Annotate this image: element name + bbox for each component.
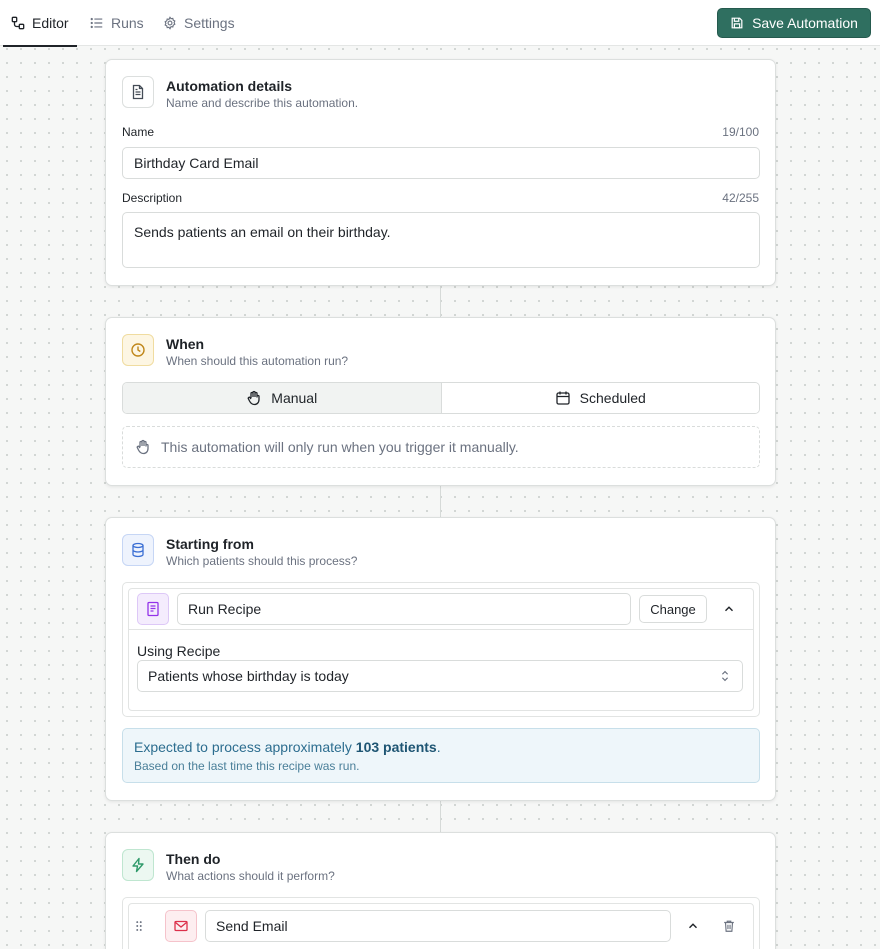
floppy-disk-icon [730, 16, 744, 30]
card-header: Automation details Name and describe thi… [122, 76, 358, 111]
card-subtitle: Which patients should this process? [166, 554, 358, 568]
card-title: When [166, 336, 205, 352]
action-type-input[interactable]: Send Email [205, 910, 671, 942]
trash-icon[interactable] [715, 912, 743, 940]
name-counter: 19/100 [722, 125, 759, 139]
when-card: When When should this automation run? Ma… [105, 317, 776, 486]
scheduled-option[interactable]: Scheduled [441, 383, 759, 413]
estimate-suffix: . [436, 739, 441, 755]
card-title: Automation details [166, 78, 293, 94]
card-title: Starting from [166, 536, 254, 552]
estimate-subtext: Based on the last time this recipe was r… [134, 759, 360, 773]
top-bar: Editor Runs Settings Save Automation [0, 0, 880, 47]
divider [129, 629, 753, 630]
tab-runs[interactable]: Runs [90, 0, 144, 46]
list-icon [90, 16, 104, 30]
manual-info-box: This automation will only run when you t… [122, 426, 760, 468]
description-counter: 42/255 [722, 191, 759, 205]
tab-settings[interactable]: Settings [163, 0, 235, 46]
recipe-select-value: Patients whose birthday is today [148, 668, 349, 684]
card-subtitle: What actions should it perform? [166, 869, 335, 883]
tab-editor[interactable]: Editor [3, 0, 77, 47]
name-input[interactable]: Birthday Card Email [122, 147, 760, 179]
name-label: Name [122, 125, 155, 139]
manual-option[interactable]: Manual [123, 383, 442, 413]
chevron-up-icon[interactable] [679, 912, 707, 940]
estimate-prefix: Expected to process approximately [134, 739, 352, 755]
then-do-card: Then do What actions should it perform? … [105, 832, 776, 949]
database-icon [122, 534, 154, 566]
tab-editor-label: Editor [32, 15, 69, 31]
workflow-icon [11, 16, 25, 30]
card-subtitle: When should this automation run? [166, 354, 349, 368]
change-button[interactable]: Change [639, 595, 707, 623]
hand-icon [246, 390, 262, 406]
tab-runs-label: Runs [111, 15, 144, 31]
connector-line [440, 486, 441, 518]
document-icon [122, 76, 154, 108]
source-box: Run Recipe Change Using Recipe Patients … [122, 582, 760, 717]
description-textarea[interactable]: Sends patients an email on their birthda… [122, 212, 760, 268]
recipe-book-icon [137, 593, 169, 625]
grip-vertical-icon[interactable] [131, 912, 147, 940]
save-automation-button[interactable]: Save Automation [717, 8, 871, 38]
action-card: Send Email [128, 903, 754, 949]
actions-box: Send Email [122, 897, 760, 949]
run-mode-toggle: Manual Scheduled [122, 382, 760, 414]
clock-icon [122, 334, 154, 366]
estimate-box: Expected to process approximately 103 pa… [122, 728, 760, 783]
using-recipe-label: Using Recipe [137, 643, 221, 659]
mail-icon [165, 910, 197, 942]
gear-icon [163, 16, 177, 30]
recipe-select[interactable]: Patients whose birthday is today [137, 660, 743, 692]
scheduled-label: Scheduled [579, 390, 646, 406]
estimate-text: Expected to process approximately 103 pa… [134, 739, 748, 755]
calendar-icon [555, 390, 571, 406]
chevron-up-icon[interactable] [715, 595, 743, 623]
card-subtitle: Name and describe this automation. [166, 96, 359, 110]
card-header: When When should this automation run? [122, 334, 348, 369]
description-label: Description [122, 191, 183, 205]
connector-line [440, 801, 441, 833]
card-header: Starting from Which patients should this… [122, 534, 357, 569]
source-card: Run Recipe Change Using Recipe Patients … [128, 588, 754, 711]
starting-from-card: Starting from Which patients should this… [105, 517, 776, 801]
manual-info-text: This automation will only run when you t… [161, 439, 519, 455]
manual-label: Manual [271, 390, 318, 406]
card-title: Then do [166, 851, 221, 867]
card-header: Then do What actions should it perform? [122, 849, 335, 884]
source-type-input[interactable]: Run Recipe [177, 593, 631, 625]
estimate-count: 103 patients [355, 739, 437, 755]
hand-icon [135, 439, 151, 455]
connector-line [440, 286, 441, 318]
save-automation-label: Save Automation [752, 15, 858, 31]
tab-settings-label: Settings [184, 15, 235, 31]
lightning-icon [122, 849, 154, 881]
automation-details-card: Automation details Name and describe thi… [105, 59, 776, 286]
